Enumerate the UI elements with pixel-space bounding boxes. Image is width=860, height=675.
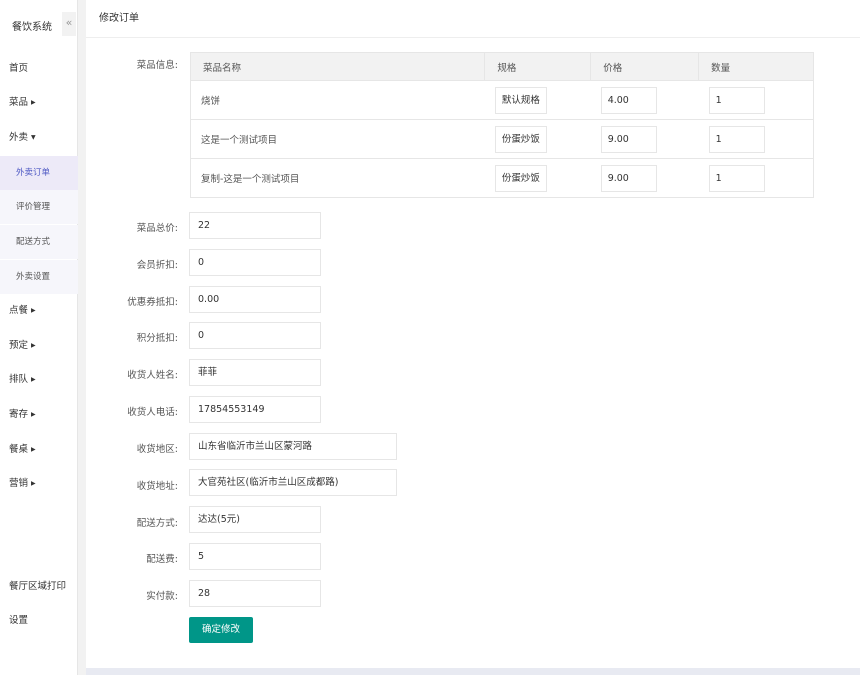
delivery-method-label: 配送方式: [136, 518, 178, 529]
price-input[interactable]: 9.00 [600, 125, 657, 153]
points-input[interactable]: 0 [189, 322, 321, 349]
total-input[interactable]: 22 [189, 212, 321, 239]
sidebar-item-area-printing[interactable]: 餐厅区域打印 [0, 570, 78, 604]
sidebar-subitem-takeout-settings[interactable]: 外卖设置 [0, 260, 78, 294]
sidebar-item-label: 营销 [9, 478, 29, 489]
caret-right-icon: ▶ [31, 307, 36, 314]
coupon-label: 优惠券抵扣: [127, 297, 178, 308]
price-cell: 4.00 [590, 80, 699, 120]
caret-right-icon: ▶ [31, 99, 36, 106]
member-discount-input[interactable]: 0 [189, 249, 321, 276]
price-cell: 9.00 [590, 119, 699, 159]
delivery-fee-input[interactable]: 5 [189, 543, 321, 570]
coupon-input[interactable]: 0.00 [189, 286, 321, 313]
sidebar-item-marketing[interactable]: 营销 ▶ [0, 467, 78, 501]
receiver-phone-label: 收货人电话: [127, 407, 178, 418]
dish-info-label: 菜品信息: [136, 60, 178, 71]
confirm-edit-button[interactable]: 确定修改 [189, 617, 253, 643]
collapse-sidebar-icon[interactable]: « [62, 12, 76, 36]
sidebar: 餐饮系统 « 首页 菜品 ▶ 外卖 ▼ 外卖订单 评价管理 配送方式 外卖设置 点餐… [0, 0, 78, 675]
sidebar-subitem-reviews[interactable]: 评价管理 [0, 190, 78, 224]
sidebar-item-takeout[interactable]: 外卖 ▼ [0, 121, 78, 155]
dish-name-cell: 复制-这是一个测试项目 [189, 158, 485, 198]
spec-cell: 份蛋炒饭 [484, 158, 591, 198]
table-row: 这是一个测试项目 份蛋炒饭 9.00 1 [189, 119, 814, 159]
sidebar-item-ordering[interactable]: 点餐 ▶ [0, 294, 78, 328]
quantity-input[interactable]: 1 [708, 164, 765, 192]
caret-right-icon: ▶ [31, 446, 36, 453]
page-title: 修改订单 [86, 0, 860, 38]
address-label: 收货地址: [136, 481, 178, 492]
sidebar-item-clipped[interactable] [0, 535, 78, 547]
sidebar-item-home[interactable]: 首页 [0, 52, 78, 86]
sidebar-item-label: 设置 [9, 615, 29, 626]
table-row: 复制-这是一个测试项目 份蛋炒饭 9.00 1 [189, 158, 814, 198]
column-header-dish-name: 菜品名称 [189, 52, 486, 81]
price-cell: 9.00 [590, 158, 699, 198]
address-input[interactable]: 大官苑社区(临沂市兰山区成都路) [189, 469, 397, 496]
sidebar-item-clipped[interactable] [0, 556, 78, 568]
sidebar-item-reservation[interactable]: 预定 ▶ [0, 329, 78, 363]
price-input[interactable]: 9.00 [600, 164, 657, 192]
paid-label: 实付款: [146, 591, 178, 602]
sidebar-item-tables[interactable]: 餐桌 ▶ [0, 433, 78, 467]
sidebar-item-label: 菜品 [9, 97, 29, 108]
sidebar-subitem-delivery-methods[interactable]: 配送方式 [0, 225, 78, 259]
edit-order-panel: 修改订单 菜品信息: 菜品名称 规格 价格 数量 烧饼 默认规格 4.00 1 … [86, 0, 860, 668]
quantity-cell: 1 [698, 119, 814, 159]
quantity-cell: 1 [698, 80, 814, 120]
spec-value[interactable]: 份蛋炒饭 [494, 164, 547, 192]
receiver-phone-input[interactable]: 17854553149 [189, 396, 321, 423]
receiver-name-input[interactable]: 菲菲 [189, 359, 321, 386]
paid-input[interactable]: 28 [189, 580, 321, 607]
dish-name-cell: 烧饼 [189, 80, 485, 120]
dish-name-cell: 这是一个测试项目 [189, 119, 485, 159]
delivery-fee-label: 配送费: [146, 554, 178, 565]
sidebar-item-label: 排队 [9, 374, 29, 385]
sidebar-item-settings[interactable]: 设置 [0, 604, 78, 638]
caret-right-icon: ▶ [31, 480, 36, 487]
quantity-cell: 1 [698, 158, 814, 198]
sidebar-item-label: 餐桌 [9, 444, 29, 455]
points-label: 积分抵扣: [136, 333, 178, 344]
total-label: 菜品总价: [136, 223, 178, 234]
sidebar-item-label: 点餐 [9, 305, 29, 316]
caret-down-icon: ▼ [31, 134, 36, 141]
sidebar-item-label: 餐厅区域打印 [9, 581, 67, 592]
caret-right-icon: ▶ [31, 342, 36, 349]
sidebar-item-label: 预定 [9, 340, 29, 351]
dish-table: 菜品名称 规格 价格 数量 烧饼 默认规格 4.00 1 这是一个测试项目 份蛋… [189, 52, 814, 198]
caret-right-icon: ▶ [31, 411, 36, 418]
table-row: 烧饼 默认规格 4.00 1 [189, 80, 814, 120]
sidebar-subitem-takeout-orders[interactable]: 外卖订单 [0, 156, 78, 190]
price-input[interactable]: 4.00 [600, 86, 657, 114]
column-header-quantity: 数量 [698, 52, 814, 81]
column-header-price: 价格 [590, 52, 700, 81]
sidebar-item-label: 寄存 [9, 409, 29, 420]
spec-cell: 默认规格 [484, 80, 591, 120]
spec-cell: 份蛋炒饭 [484, 119, 591, 159]
sidebar-item-label: 首页 [9, 63, 29, 74]
sidebar-item-clipped[interactable] [0, 513, 78, 525]
sidebar-item-label: 外卖 [9, 132, 29, 143]
sidebar-item-storage[interactable]: 寄存 ▶ [0, 398, 78, 432]
app-title: 餐饮系统 [12, 22, 52, 33]
caret-right-icon: ▶ [31, 376, 36, 383]
spec-value[interactable]: 默认规格 [494, 86, 547, 114]
quantity-input[interactable]: 1 [708, 125, 765, 153]
sidebar-item-queue[interactable]: 排队 ▶ [0, 363, 78, 397]
column-header-spec: 规格 [484, 52, 592, 81]
bottom-divider [86, 668, 860, 675]
region-input[interactable]: 山东省临沂市兰山区蒙河路 [189, 433, 397, 460]
member-discount-label: 会员折扣: [136, 260, 178, 271]
quantity-input[interactable]: 1 [708, 86, 765, 114]
receiver-name-label: 收货人姓名: [127, 370, 178, 381]
region-label: 收货地区: [136, 444, 178, 455]
sidebar-item-dishes[interactable]: 菜品 ▶ [0, 86, 78, 120]
delivery-method-input[interactable]: 达达(5元) [189, 506, 321, 533]
spec-value[interactable]: 份蛋炒饭 [494, 125, 547, 153]
